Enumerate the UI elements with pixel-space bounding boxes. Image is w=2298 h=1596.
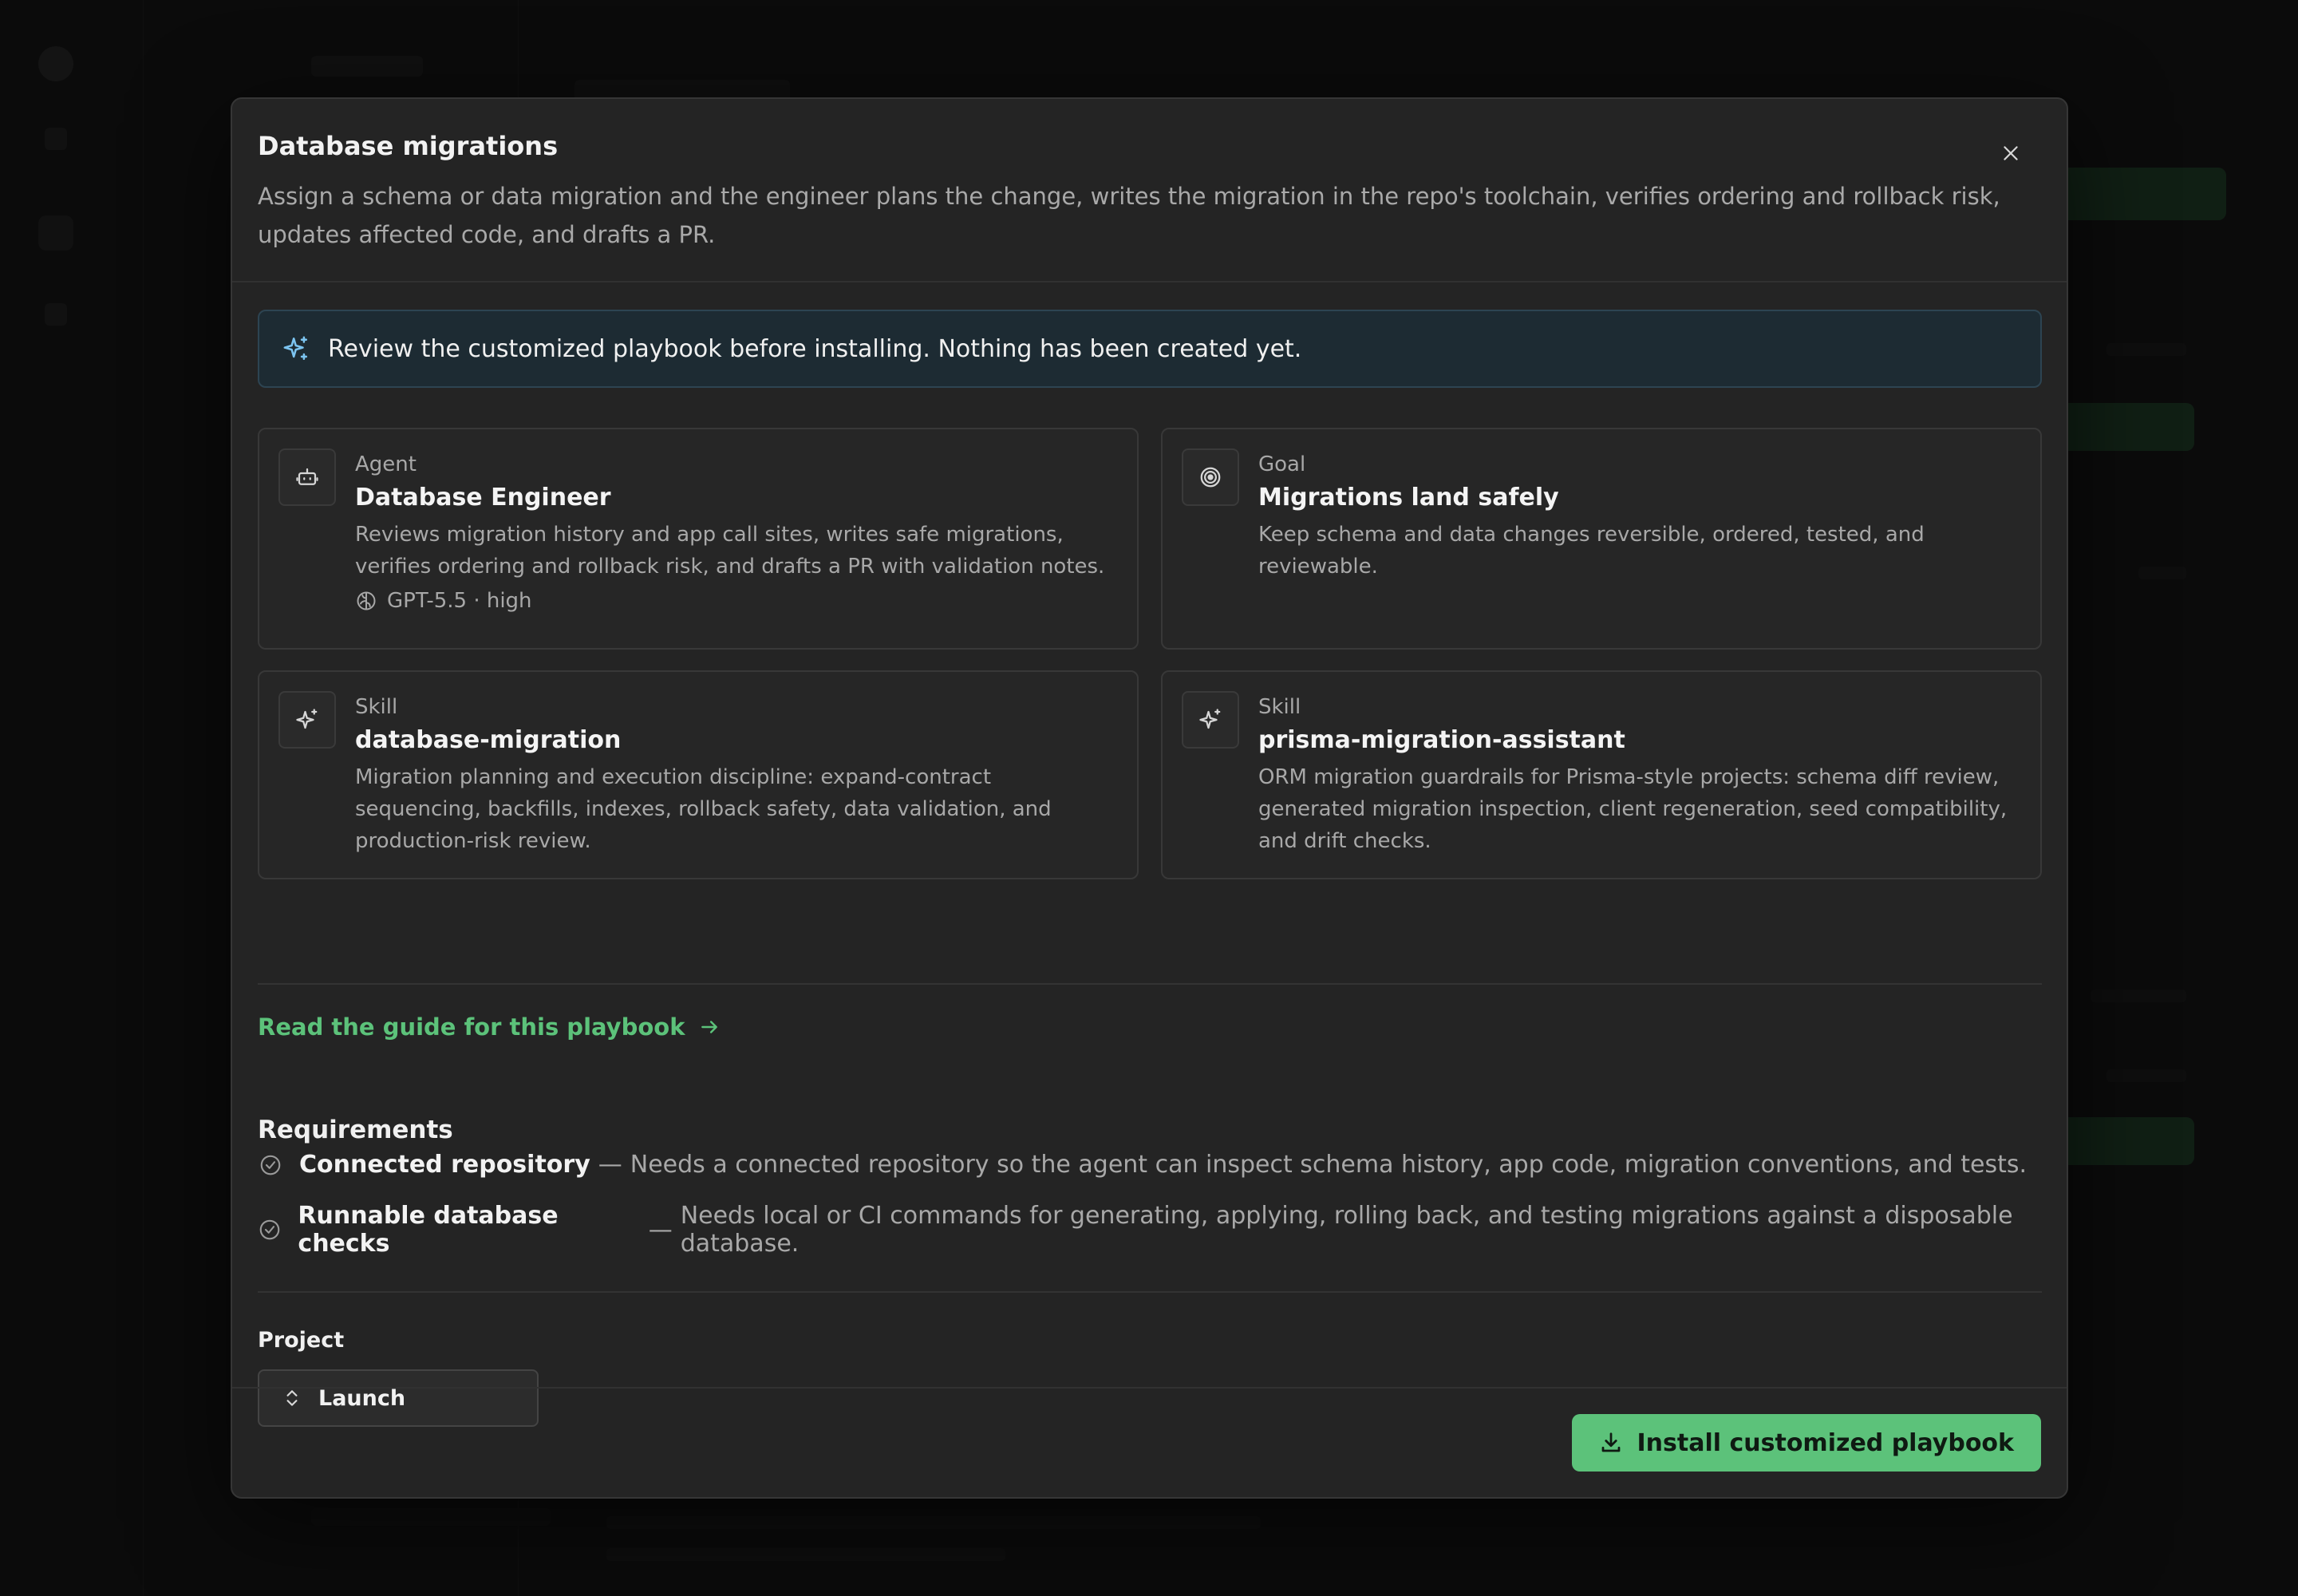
- section-divider: [258, 983, 2042, 985]
- target-icon: [1182, 448, 1239, 506]
- guide-link-label: Read the guide for this playbook: [258, 1013, 685, 1041]
- requirement-separator: —: [598, 1151, 622, 1179]
- model-meta: GPT-5.5 · high: [355, 589, 1118, 613]
- card-kind: Goal: [1258, 452, 1306, 476]
- install-playbook-button[interactable]: Install customized playbook: [1571, 1414, 2041, 1472]
- card-kind: Skill: [1258, 695, 1301, 719]
- close-icon: [2004, 146, 2018, 160]
- card-name: prisma-migration-assistant: [1258, 726, 1625, 754]
- card-kind: Skill: [355, 695, 398, 719]
- card-description: ORM migration guardrails for Prisma-styl…: [1258, 765, 2008, 853]
- download-icon: [1599, 1431, 1623, 1455]
- read-guide-link[interactable]: Read the guide for this playbook: [258, 1013, 720, 1041]
- card-kind: Agent: [355, 452, 417, 476]
- model-label: GPT-5.5 · high: [387, 589, 532, 613]
- check-circle-icon: [258, 1217, 282, 1242]
- sparkle-icon: [280, 333, 312, 365]
- close-button[interactable]: [1993, 136, 2028, 171]
- brain-icon: [357, 591, 376, 610]
- playbook-modal: Database migrations Assign a schema or d…: [231, 97, 2068, 1499]
- modal-footer: Install customized playbook: [232, 1387, 2067, 1497]
- arrow-right-icon: [699, 1017, 720, 1037]
- requirement-description: Needs a connected repository so the agen…: [630, 1151, 2028, 1179]
- notice-text: Review the customized playbook before in…: [328, 334, 1302, 363]
- skill-card-prisma-migration-assistant[interactable]: Skill prisma-migration-assistant ORM mig…: [1161, 670, 2042, 879]
- requirement-item: Connected repository — Needs a connected…: [258, 1151, 2027, 1179]
- review-notice: Review the customized playbook before in…: [258, 310, 2042, 388]
- requirement-name: Connected repository: [299, 1151, 590, 1179]
- section-divider: [258, 1291, 2042, 1293]
- modal-title: Database migrations: [258, 131, 559, 161]
- card-name: Database Engineer: [355, 484, 611, 512]
- requirement-name: Runnable database checks: [298, 1202, 559, 1258]
- sparkle-icon: [1182, 691, 1239, 749]
- card-description: Reviews migration history and app call s…: [355, 523, 1105, 579]
- requirement-description: Needs local or CI commands for generatin…: [680, 1202, 2013, 1258]
- card-description: Keep schema and data changes reversible,…: [1258, 523, 1925, 579]
- requirement-item: Runnable database checks — Needs local o…: [258, 1202, 2067, 1258]
- project-label: Project: [258, 1328, 345, 1353]
- sparkle-icon: [278, 691, 336, 749]
- modal-description: Assign a schema or data migration and th…: [258, 183, 2000, 248]
- install-button-label: Install customized playbook: [1637, 1428, 2014, 1457]
- card-name: database-migration: [355, 726, 622, 754]
- card-name: Migrations land safely: [1258, 484, 1559, 512]
- modal-header: Database migrations Assign a schema or d…: [232, 99, 2067, 282]
- goal-card[interactable]: Goal Migrations land safely Keep schema …: [1161, 428, 2042, 650]
- check-circle-icon: [258, 1152, 283, 1178]
- requirements-title: Requirements: [258, 1116, 453, 1144]
- card-description: Migration planning and execution discipl…: [355, 765, 1052, 853]
- robot-icon: [278, 448, 336, 506]
- requirement-separator: —: [648, 1215, 673, 1244]
- skill-card-database-migration[interactable]: Skill database-migration Migration plann…: [258, 670, 1139, 879]
- agent-card[interactable]: Agent Database Engineer Reviews migratio…: [258, 428, 1139, 650]
